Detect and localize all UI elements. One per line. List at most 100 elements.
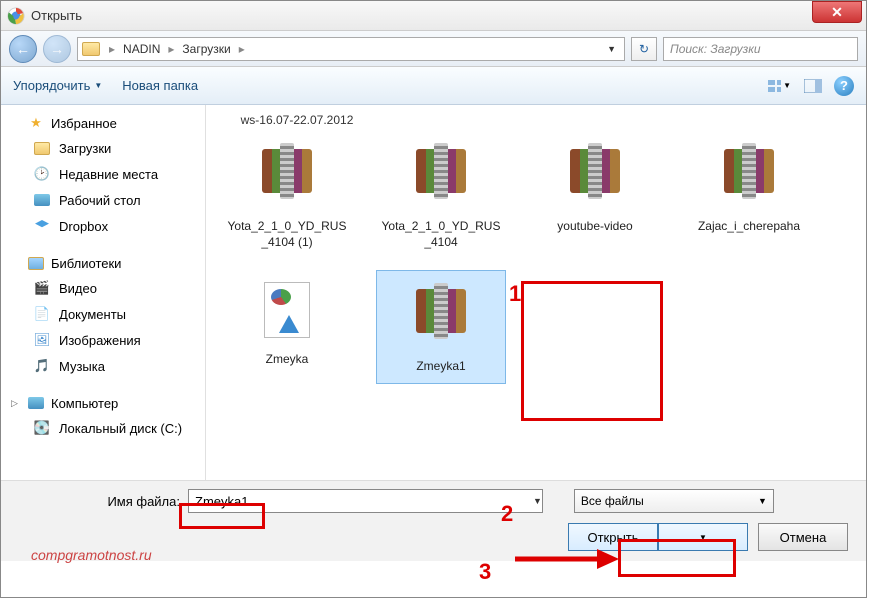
preview-icon <box>804 79 822 93</box>
watermark-text: compgramotnost.ru <box>31 547 152 563</box>
refresh-icon: ↻ <box>639 42 649 56</box>
file-label: Zmeyka1 <box>381 359 501 375</box>
file-label: Yota_2_1_0_YD_RUS_4104 <box>380 219 502 250</box>
expand-icon: ▷ <box>11 398 21 409</box>
file-label: Zmeyka <box>226 352 348 368</box>
chevron-down-icon: ▼ <box>783 81 791 90</box>
sidebar-item-documents[interactable]: 📄Документы <box>1 301 205 327</box>
cancel-button[interactable]: Отмена <box>758 523 848 551</box>
document-icon <box>264 282 310 338</box>
breadcrumb-separator[interactable]: ▸ <box>164 42 178 56</box>
file-label: youtube-video <box>534 219 656 235</box>
breadcrumb-part[interactable]: NADIN <box>121 40 162 58</box>
chevron-down-icon[interactable]: ▼ <box>533 496 546 506</box>
sidebar-item-label: Музыка <box>59 359 105 374</box>
window-title: Открыть <box>31 8 82 23</box>
sidebar-item-label: Загрузки <box>59 141 111 156</box>
file-list-area[interactable]: ws-16.07-22.07.2012 Yota_2_1_0_YD_RUS_41… <box>206 105 866 480</box>
sidebar-item-videos[interactable]: 🎬 Видео <box>1 275 205 301</box>
pictures-icon: 🖼 <box>33 332 51 348</box>
filename-label: Имя файла: <box>15 494 180 509</box>
refresh-button[interactable]: ↻ <box>631 37 657 61</box>
sidebar-computer-header[interactable]: ▷ Компьютер <box>1 391 205 415</box>
organize-label: Упорядочить <box>13 78 90 93</box>
main-area: ★ Избранное Загрузки 🕑Недавние места Раб… <box>1 105 866 480</box>
rar-archive-icon <box>416 149 466 193</box>
sidebar-item-music[interactable]: 🎵 Музыка <box>1 353 205 379</box>
rar-archive-icon <box>262 149 312 193</box>
library-icon <box>27 255 45 271</box>
filename-input[interactable] <box>188 489 543 513</box>
nav-back-button[interactable]: ← <box>9 35 37 63</box>
video-icon: 🎬 <box>33 280 51 296</box>
chevron-down-icon[interactable]: ▼ <box>607 44 620 54</box>
search-input[interactable]: Поиск: Загрузки <box>663 37 858 61</box>
forward-arrow-icon: → <box>50 41 64 57</box>
open-dialog-window: Открыть ✕ ← → ▸ NADIN ▸ Загрузки ▸ ▼ ↻ П… <box>0 0 867 598</box>
annotation-number: 3 <box>479 559 491 585</box>
computer-icon <box>27 395 45 411</box>
view-options-button[interactable]: ▼ <box>766 75 792 97</box>
file-label: Yota_2_1_0_YD_RUS_4104 (1) <box>226 219 348 250</box>
sidebar-item-local-disk[interactable]: 💽 Локальный диск (С:) <box>1 415 205 441</box>
breadcrumb-separator[interactable]: ▸ <box>105 42 119 56</box>
folder-icon <box>82 42 100 56</box>
nav-forward-button[interactable]: → <box>43 35 71 63</box>
sidebar-item-desktop[interactable]: Рабочий стол <box>1 187 205 213</box>
help-button[interactable]: ? <box>834 76 854 96</box>
sidebar-libraries-header[interactable]: Библиотеки <box>1 251 205 275</box>
sidebar-item-label: Видео <box>59 281 97 296</box>
address-bar[interactable]: ▸ NADIN ▸ Загрузки ▸ ▼ <box>77 37 625 61</box>
chevron-down-icon: ▼ <box>94 81 102 90</box>
sidebar-item-label: Рабочий стол <box>59 193 141 208</box>
file-item[interactable]: Yota_2_1_0_YD_RUS_4104 (1) <box>222 131 352 258</box>
downloads-icon <box>33 140 51 156</box>
file-filter-combo[interactable]: Все файлы ▼ <box>574 489 774 513</box>
sidebar-item-pictures[interactable]: 🖼 Изображения <box>1 327 205 353</box>
star-icon: ★ <box>27 115 45 131</box>
navigation-bar: ← → ▸ NADIN ▸ Загрузки ▸ ▼ ↻ Поиск: Загр… <box>1 31 866 67</box>
close-button[interactable]: ✕ <box>812 1 862 23</box>
sidebar-item-label: Локальный диск (С:) <box>59 421 182 436</box>
new-folder-button[interactable]: Новая папка <box>122 78 198 93</box>
partial-file-label: ws-16.07-22.07.2012 <box>232 113 362 127</box>
chrome-icon <box>7 7 25 25</box>
dropbox-icon <box>33 218 51 234</box>
desktop-icon <box>33 192 51 208</box>
rar-archive-icon <box>416 289 466 333</box>
recent-icon: 🕑 <box>33 166 51 182</box>
sidebar-item-dropbox[interactable]: Dropbox <box>1 213 205 239</box>
file-item[interactable]: Yota_2_1_0_YD_RUS_4104 <box>376 131 506 258</box>
organize-menu[interactable]: Упорядочить ▼ <box>13 78 102 93</box>
preview-pane-button[interactable] <box>800 75 826 97</box>
back-arrow-icon: ← <box>16 41 30 57</box>
breadcrumb-separator[interactable]: ▸ <box>235 42 249 56</box>
sidebar-section-label: Компьютер <box>51 396 118 411</box>
file-item[interactable]: Zajac_i_cherepaha <box>684 131 814 258</box>
open-button[interactable]: Открыть <box>568 523 658 551</box>
file-item-selected[interactable]: Zmeyka1 <box>376 270 506 384</box>
file-label: Zajac_i_cherepaha <box>688 219 810 235</box>
sidebar-item-downloads[interactable]: Загрузки <box>1 135 205 161</box>
file-item[interactable]: youtube-video <box>530 131 660 258</box>
sidebar-item-label: Dropbox <box>59 219 108 234</box>
sidebar-favorites-header[interactable]: ★ Избранное <box>1 111 205 135</box>
view-icon <box>767 79 781 93</box>
file-item[interactable]: Zmeyka <box>222 270 352 384</box>
sidebar-section-label: Избранное <box>51 116 117 131</box>
sidebar-item-recent[interactable]: 🕑Недавние места <box>1 161 205 187</box>
toolbar: Упорядочить ▼ Новая папка ▼ ? <box>1 67 866 105</box>
documents-icon: 📄 <box>33 306 51 322</box>
sidebar: ★ Избранное Загрузки 🕑Недавние места Раб… <box>1 105 206 480</box>
sidebar-item-label: Изображения <box>59 333 141 348</box>
close-icon: ✕ <box>831 4 843 21</box>
disk-icon: 💽 <box>33 420 51 436</box>
music-icon: 🎵 <box>33 358 51 374</box>
chevron-down-icon: ▼ <box>758 496 767 506</box>
open-split-button[interactable]: ▼ <box>658 523 748 551</box>
rar-archive-icon <box>570 149 620 193</box>
filter-label: Все файлы <box>581 494 644 508</box>
titlebar: Открыть ✕ <box>1 1 866 31</box>
breadcrumb-part[interactable]: Загрузки <box>180 40 232 58</box>
rar-archive-icon <box>724 149 774 193</box>
